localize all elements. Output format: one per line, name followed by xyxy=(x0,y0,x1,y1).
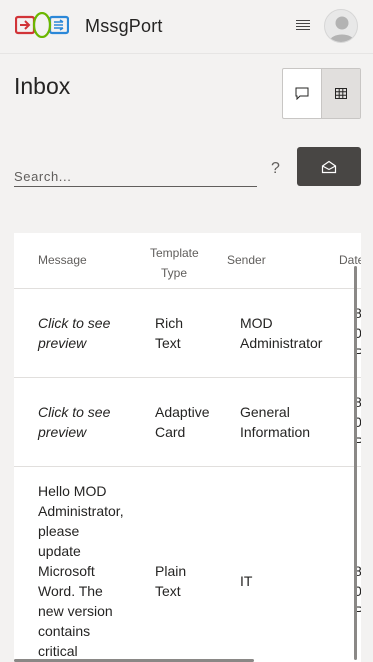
vertical-scrollbar[interactable] xyxy=(354,266,357,660)
template-type-cell: Adaptive Card xyxy=(155,404,210,440)
help-icon[interactable]: ? xyxy=(271,160,280,178)
view-toggle xyxy=(282,68,361,119)
user-icon xyxy=(329,16,355,42)
search-field xyxy=(14,160,257,187)
message-cell[interactable]: Click to see preview xyxy=(38,313,110,353)
app-title: MssgPort xyxy=(85,16,163,36)
avatar[interactable] xyxy=(324,9,358,43)
search-input[interactable] xyxy=(14,160,257,186)
chat-bubble-icon xyxy=(295,87,309,100)
app-header: MssgPort xyxy=(0,0,373,54)
template-type-cell: Rich Text xyxy=(155,315,184,351)
column-header-sender[interactable]: Sender xyxy=(227,253,266,267)
inbox-button[interactable] xyxy=(297,147,361,186)
sender-cell: IT xyxy=(240,573,253,589)
row-divider xyxy=(14,466,361,467)
mssgport-logo-icon xyxy=(15,12,69,38)
template-type-cell: Plain Text xyxy=(155,563,187,599)
open-envelope-icon xyxy=(321,160,337,173)
message-cell[interactable]: Hello MOD Administrator, please update M… xyxy=(38,481,124,661)
messages-table: Message Template Type Sender Date Click … xyxy=(14,233,361,662)
sender-cell: General Information xyxy=(240,404,311,440)
column-header-template-type[interactable]: Template Type xyxy=(150,243,199,283)
header-divider xyxy=(14,288,361,289)
column-header-date[interactable]: Date xyxy=(339,253,361,267)
grid-icon xyxy=(335,88,347,99)
row-divider xyxy=(14,377,361,378)
sender-cell: MOD Administrator xyxy=(240,315,323,351)
message-cell[interactable]: Click to see preview xyxy=(38,402,110,442)
table-view-button[interactable] xyxy=(321,69,360,118)
page-title: Inbox xyxy=(14,73,71,99)
chat-view-button[interactable] xyxy=(283,69,321,118)
hamburger-menu-icon[interactable] xyxy=(296,20,310,32)
column-header-message[interactable]: Message xyxy=(38,253,87,267)
